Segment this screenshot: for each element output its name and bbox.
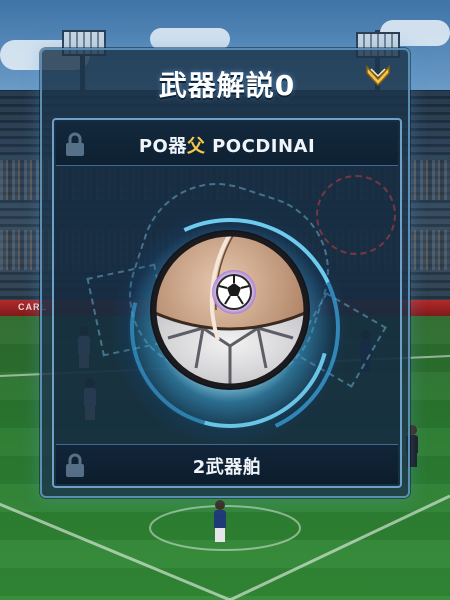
cloud xyxy=(150,28,230,50)
weapon-name-accent: 父 xyxy=(186,136,206,157)
ball-sprite xyxy=(150,230,310,390)
collapse-button[interactable] xyxy=(362,60,394,90)
weapon-card: PO器父 POCDINAI 2武器舶 xyxy=(52,118,402,488)
weapon-info-panel: 武器解説0 PO器父 POCDINAI 2武器舶 xyxy=(40,48,410,498)
weapon-name-suffix: POCDINAI xyxy=(205,136,316,157)
weapon-footer-bar: 2武器舶 xyxy=(56,444,398,484)
weapon-name-prefix: PO器 xyxy=(138,136,187,157)
weapon-name-bar: PO器父 POCDINAI xyxy=(56,122,398,166)
weapon-ball xyxy=(148,228,312,392)
panel-title: 武器解説0 xyxy=(158,69,296,102)
chevron-down-icon xyxy=(366,65,390,87)
player-sprite xyxy=(214,500,226,542)
weapon-footer-label: 2武器舶 xyxy=(192,457,262,478)
deco-target-circle xyxy=(316,175,396,255)
weapon-name: PO器父 POCDINAI xyxy=(56,132,398,158)
